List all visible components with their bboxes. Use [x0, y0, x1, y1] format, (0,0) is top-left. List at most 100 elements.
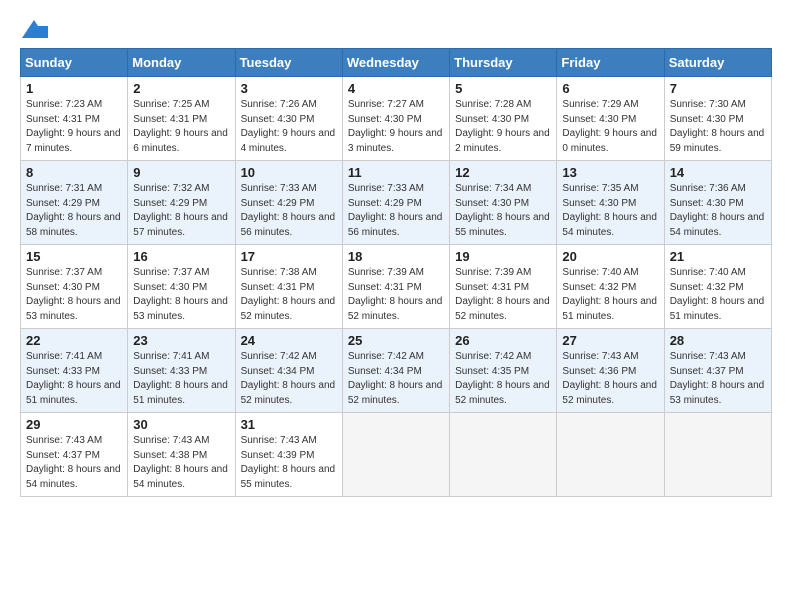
- calendar-cell: 17 Sunrise: 7:38 AMSunset: 4:31 PMDaylig…: [235, 245, 342, 329]
- day-header-wednesday: Wednesday: [342, 49, 449, 77]
- calendar-cell: 25 Sunrise: 7:42 AMSunset: 4:34 PMDaylig…: [342, 329, 449, 413]
- day-info: Sunrise: 7:43 AMSunset: 4:37 PMDaylight:…: [26, 435, 121, 490]
- day-info: Sunrise: 7:43 AMSunset: 4:36 PMDaylight:…: [562, 351, 657, 406]
- calendar-cell: 8 Sunrise: 7:31 AMSunset: 4:29 PMDayligh…: [21, 161, 128, 245]
- day-number: 30: [133, 417, 229, 432]
- calendar-cell: 18 Sunrise: 7:39 AMSunset: 4:31 PMDaylig…: [342, 245, 449, 329]
- calendar-cell: 4 Sunrise: 7:27 AMSunset: 4:30 PMDayligh…: [342, 77, 449, 161]
- day-info: Sunrise: 7:32 AMSunset: 4:29 PMDaylight:…: [133, 183, 228, 238]
- calendar-cell: 16 Sunrise: 7:37 AMSunset: 4:30 PMDaylig…: [128, 245, 235, 329]
- calendar-cell: 2 Sunrise: 7:25 AMSunset: 4:31 PMDayligh…: [128, 77, 235, 161]
- week-row-2: 8 Sunrise: 7:31 AMSunset: 4:29 PMDayligh…: [21, 161, 772, 245]
- day-number: 17: [241, 249, 337, 264]
- calendar-cell: [342, 413, 449, 497]
- day-info: Sunrise: 7:40 AMSunset: 4:32 PMDaylight:…: [670, 267, 765, 322]
- day-info: Sunrise: 7:43 AMSunset: 4:39 PMDaylight:…: [241, 435, 336, 490]
- calendar-cell: 22 Sunrise: 7:41 AMSunset: 4:33 PMDaylig…: [21, 329, 128, 413]
- logo-icon: [20, 18, 48, 42]
- week-row-4: 22 Sunrise: 7:41 AMSunset: 4:33 PMDaylig…: [21, 329, 772, 413]
- calendar-cell: 12 Sunrise: 7:34 AMSunset: 4:30 PMDaylig…: [450, 161, 557, 245]
- day-number: 7: [670, 81, 766, 96]
- day-number: 12: [455, 165, 551, 180]
- calendar-cell: 1 Sunrise: 7:23 AMSunset: 4:31 PMDayligh…: [21, 77, 128, 161]
- calendar-cell: 5 Sunrise: 7:28 AMSunset: 4:30 PMDayligh…: [450, 77, 557, 161]
- day-number: 29: [26, 417, 122, 432]
- calendar-cell: 15 Sunrise: 7:37 AMSunset: 4:30 PMDaylig…: [21, 245, 128, 329]
- calendar-cell: 11 Sunrise: 7:33 AMSunset: 4:29 PMDaylig…: [342, 161, 449, 245]
- day-header-friday: Friday: [557, 49, 664, 77]
- day-info: Sunrise: 7:42 AMSunset: 4:34 PMDaylight:…: [241, 351, 336, 406]
- day-info: Sunrise: 7:41 AMSunset: 4:33 PMDaylight:…: [26, 351, 121, 406]
- day-number: 10: [241, 165, 337, 180]
- day-info: Sunrise: 7:25 AMSunset: 4:31 PMDaylight:…: [133, 99, 228, 154]
- week-row-1: 1 Sunrise: 7:23 AMSunset: 4:31 PMDayligh…: [21, 77, 772, 161]
- calendar-cell: 28 Sunrise: 7:43 AMSunset: 4:37 PMDaylig…: [664, 329, 771, 413]
- day-number: 13: [562, 165, 658, 180]
- day-number: 24: [241, 333, 337, 348]
- week-row-5: 29 Sunrise: 7:43 AMSunset: 4:37 PMDaylig…: [21, 413, 772, 497]
- calendar-cell: 3 Sunrise: 7:26 AMSunset: 4:30 PMDayligh…: [235, 77, 342, 161]
- day-info: Sunrise: 7:37 AMSunset: 4:30 PMDaylight:…: [133, 267, 228, 322]
- day-info: Sunrise: 7:34 AMSunset: 4:30 PMDaylight:…: [455, 183, 550, 238]
- day-number: 9: [133, 165, 229, 180]
- day-info: Sunrise: 7:38 AMSunset: 4:31 PMDaylight:…: [241, 267, 336, 322]
- week-row-3: 15 Sunrise: 7:37 AMSunset: 4:30 PMDaylig…: [21, 245, 772, 329]
- day-number: 22: [26, 333, 122, 348]
- calendar-cell: 14 Sunrise: 7:36 AMSunset: 4:30 PMDaylig…: [664, 161, 771, 245]
- day-info: Sunrise: 7:33 AMSunset: 4:29 PMDaylight:…: [348, 183, 443, 238]
- calendar-cell: [557, 413, 664, 497]
- day-number: 25: [348, 333, 444, 348]
- day-number: 5: [455, 81, 551, 96]
- day-number: 6: [562, 81, 658, 96]
- calendar-cell: 21 Sunrise: 7:40 AMSunset: 4:32 PMDaylig…: [664, 245, 771, 329]
- day-header-tuesday: Tuesday: [235, 49, 342, 77]
- day-header-sunday: Sunday: [21, 49, 128, 77]
- calendar-cell: 29 Sunrise: 7:43 AMSunset: 4:37 PMDaylig…: [21, 413, 128, 497]
- day-number: 1: [26, 81, 122, 96]
- day-info: Sunrise: 7:33 AMSunset: 4:29 PMDaylight:…: [241, 183, 336, 238]
- day-info: Sunrise: 7:28 AMSunset: 4:30 PMDaylight:…: [455, 99, 550, 154]
- logo: [20, 18, 52, 42]
- day-info: Sunrise: 7:30 AMSunset: 4:30 PMDaylight:…: [670, 99, 765, 154]
- day-info: Sunrise: 7:43 AMSunset: 4:38 PMDaylight:…: [133, 435, 228, 490]
- day-header-monday: Monday: [128, 49, 235, 77]
- day-number: 19: [455, 249, 551, 264]
- calendar-cell: 31 Sunrise: 7:43 AMSunset: 4:39 PMDaylig…: [235, 413, 342, 497]
- calendar-cell: [664, 413, 771, 497]
- day-number: 20: [562, 249, 658, 264]
- calendar-cell: 13 Sunrise: 7:35 AMSunset: 4:30 PMDaylig…: [557, 161, 664, 245]
- day-info: Sunrise: 7:37 AMSunset: 4:30 PMDaylight:…: [26, 267, 121, 322]
- calendar-cell: 30 Sunrise: 7:43 AMSunset: 4:38 PMDaylig…: [128, 413, 235, 497]
- day-info: Sunrise: 7:36 AMSunset: 4:30 PMDaylight:…: [670, 183, 765, 238]
- day-number: 2: [133, 81, 229, 96]
- calendar-cell: 19 Sunrise: 7:39 AMSunset: 4:31 PMDaylig…: [450, 245, 557, 329]
- day-info: Sunrise: 7:26 AMSunset: 4:30 PMDaylight:…: [241, 99, 336, 154]
- day-number: 16: [133, 249, 229, 264]
- calendar-table: SundayMondayTuesdayWednesdayThursdayFrid…: [20, 48, 772, 497]
- calendar-cell: 9 Sunrise: 7:32 AMSunset: 4:29 PMDayligh…: [128, 161, 235, 245]
- day-header-saturday: Saturday: [664, 49, 771, 77]
- day-number: 3: [241, 81, 337, 96]
- calendar-cell: 23 Sunrise: 7:41 AMSunset: 4:33 PMDaylig…: [128, 329, 235, 413]
- day-info: Sunrise: 7:29 AMSunset: 4:30 PMDaylight:…: [562, 99, 657, 154]
- day-number: 14: [670, 165, 766, 180]
- calendar-cell: 24 Sunrise: 7:42 AMSunset: 4:34 PMDaylig…: [235, 329, 342, 413]
- day-info: Sunrise: 7:42 AMSunset: 4:34 PMDaylight:…: [348, 351, 443, 406]
- day-info: Sunrise: 7:41 AMSunset: 4:33 PMDaylight:…: [133, 351, 228, 406]
- calendar-cell: [450, 413, 557, 497]
- day-header-thursday: Thursday: [450, 49, 557, 77]
- day-number: 8: [26, 165, 122, 180]
- day-info: Sunrise: 7:31 AMSunset: 4:29 PMDaylight:…: [26, 183, 121, 238]
- calendar-cell: 10 Sunrise: 7:33 AMSunset: 4:29 PMDaylig…: [235, 161, 342, 245]
- day-info: Sunrise: 7:35 AMSunset: 4:30 PMDaylight:…: [562, 183, 657, 238]
- day-info: Sunrise: 7:40 AMSunset: 4:32 PMDaylight:…: [562, 267, 657, 322]
- day-number: 23: [133, 333, 229, 348]
- calendar-cell: 6 Sunrise: 7:29 AMSunset: 4:30 PMDayligh…: [557, 77, 664, 161]
- day-number: 21: [670, 249, 766, 264]
- day-info: Sunrise: 7:39 AMSunset: 4:31 PMDaylight:…: [348, 267, 443, 322]
- day-info: Sunrise: 7:42 AMSunset: 4:35 PMDaylight:…: [455, 351, 550, 406]
- day-number: 4: [348, 81, 444, 96]
- day-number: 26: [455, 333, 551, 348]
- day-number: 15: [26, 249, 122, 264]
- calendar-header-row: SundayMondayTuesdayWednesdayThursdayFrid…: [21, 49, 772, 77]
